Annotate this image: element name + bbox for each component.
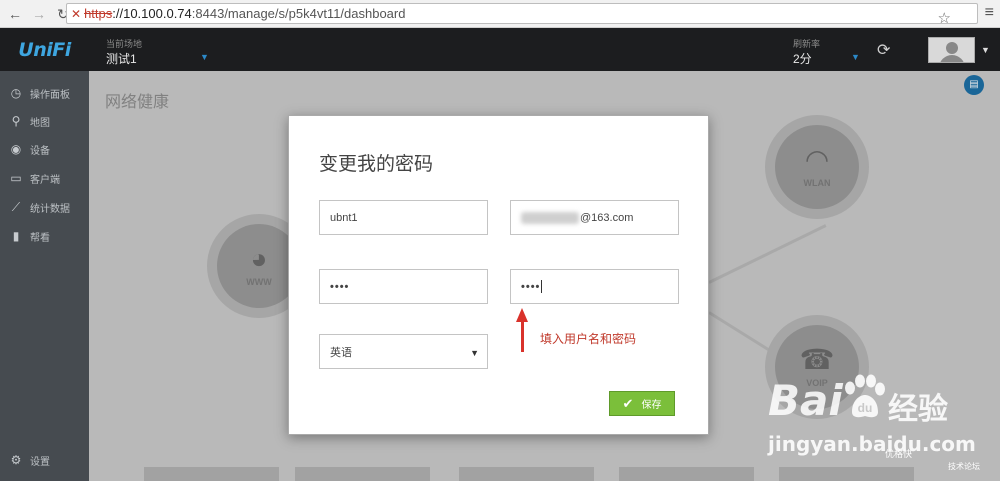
- watermark-url: jingyan.baidu.com: [768, 432, 976, 456]
- email-field[interactable]: @163.com: [510, 200, 679, 235]
- forum-badge: 优格快: [885, 449, 913, 459]
- bookmark-star-icon[interactable]: ☆: [938, 9, 951, 27]
- forum-badge-sub: 技术论坛: [948, 462, 980, 471]
- browser-toolbar: ← → ↻ ✕ https://10.100.0.74:8443/manage/…: [0, 0, 1000, 28]
- site-selector[interactable]: 测试1: [106, 50, 137, 67]
- refresh-dropdown-icon[interactable]: ▼: [851, 52, 860, 62]
- username-field[interactable]: ubnt1: [319, 200, 488, 235]
- language-select[interactable]: 英语 ▼: [319, 334, 488, 369]
- refresh-label: 刷新率: [793, 39, 821, 49]
- unifi-logo: UniFi: [18, 38, 71, 61]
- change-password-dialog: 变更我的密码 ubnt1 @163.com •••• •••• 英语 ▼ 填入用…: [288, 115, 709, 435]
- text-cursor: [541, 280, 543, 293]
- refresh-selector[interactable]: 2分: [793, 50, 812, 67]
- baidu-watermark: Bai du 经验 jingyan.baidu.com 优格快 技术论坛: [768, 372, 1000, 481]
- username-value: ubnt1: [330, 211, 358, 224]
- refresh-icon[interactable]: ⟳: [877, 40, 890, 60]
- url-host: 10.100.0.74: [123, 6, 192, 21]
- watermark-bai: Bai: [768, 376, 843, 425]
- save-label: 保存: [641, 400, 662, 411]
- password-mask: ••••: [330, 280, 350, 293]
- chevron-down-icon: ▼: [470, 348, 479, 358]
- browser-menu-icon[interactable]: ≡: [985, 4, 994, 22]
- url-scheme: https: [84, 6, 113, 21]
- check-icon: ✔: [622, 395, 634, 411]
- email-redacted: [521, 211, 579, 224]
- save-button[interactable]: ✔ 保存: [609, 391, 675, 416]
- paw-logo-icon: du: [845, 374, 885, 418]
- password-field[interactable]: ••••: [319, 269, 488, 304]
- forward-icon[interactable]: →: [30, 5, 48, 23]
- dialog-title: 变更我的密码: [319, 154, 434, 175]
- avatar-body: [939, 55, 965, 62]
- annotation-arrow-shaft: [521, 320, 524, 352]
- confirm-password-field[interactable]: ••••: [510, 269, 679, 304]
- annotation-hint: 填入用户名和密码: [540, 332, 637, 346]
- back-icon[interactable]: ←: [6, 5, 24, 23]
- site-dropdown-icon[interactable]: ▼: [200, 52, 209, 62]
- user-menu-dropdown-icon[interactable]: ▼: [981, 45, 990, 55]
- app-header: UniFi 当前场地 测试1 ▼ 刷新率 2分 ▼ ⟳: [0, 28, 1000, 71]
- url-separator: ://: [112, 6, 124, 21]
- avatar[interactable]: [928, 37, 975, 63]
- insecure-lock-icon: ✕: [71, 6, 82, 21]
- confirm-password-mask: ••••: [521, 280, 541, 293]
- watermark-jingyan: 经验: [888, 392, 948, 427]
- url-path: :8443/manage/s/p5k4vt11/dashboard: [191, 6, 406, 21]
- language-value: 英语: [330, 346, 352, 359]
- email-suffix: @163.com: [580, 211, 634, 224]
- site-label: 当前场地: [106, 39, 143, 49]
- avatar-head: [946, 42, 958, 54]
- address-bar[interactable]: ✕ https://10.100.0.74:8443/manage/s/p5k4…: [66, 3, 978, 27]
- svg-text:du: du: [858, 401, 873, 415]
